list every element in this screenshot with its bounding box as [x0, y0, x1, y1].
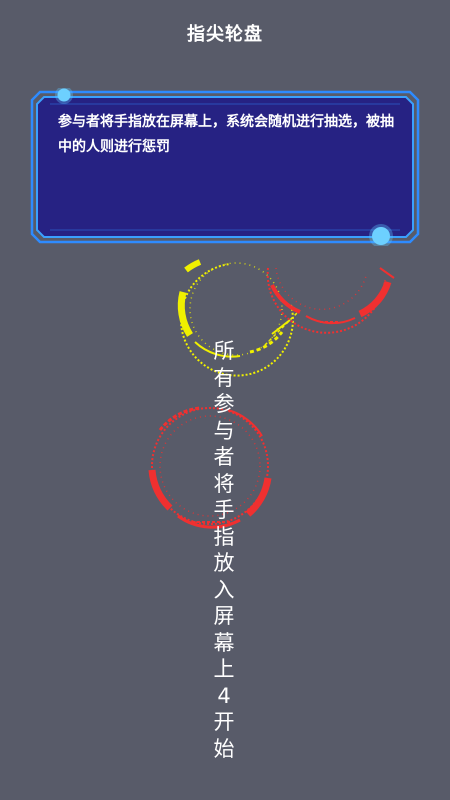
start-instruction: 所有参与者将手指放入屏幕上4开始: [213, 339, 235, 761]
finger-ring-yellow-icon: [177, 259, 299, 377]
finger-ring-red-icon: [148, 406, 272, 529]
